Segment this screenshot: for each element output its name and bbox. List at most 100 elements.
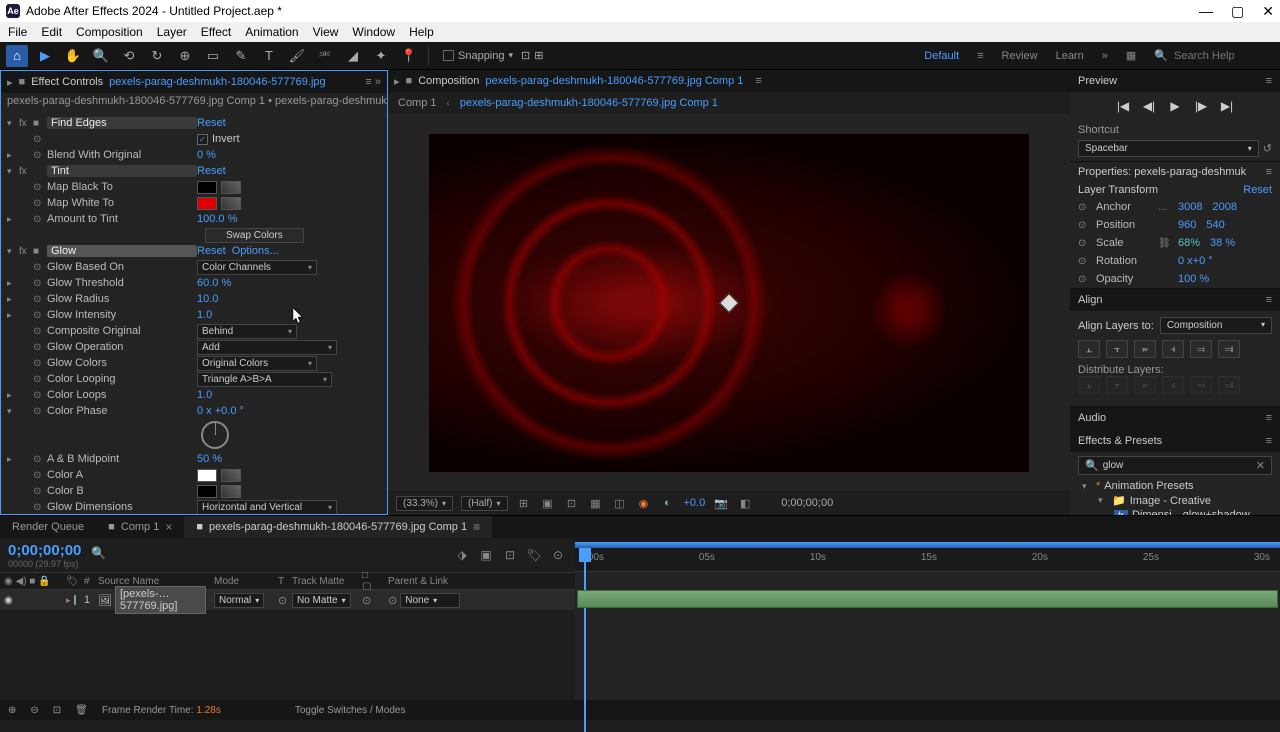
blend-value[interactable]: 0 % bbox=[197, 149, 216, 161]
color-loops[interactable]: 1.0 bbox=[197, 389, 212, 401]
preset-search[interactable]: 🔍 ✕ bbox=[1078, 456, 1272, 475]
reset-link[interactable]: Reset bbox=[197, 165, 226, 177]
matte-dropdown[interactable]: No Matte▾ bbox=[292, 593, 351, 608]
region-icon[interactable]: ⊡ bbox=[564, 495, 580, 511]
rect-tool[interactable]: ▭ bbox=[202, 45, 224, 67]
menu-layer[interactable]: Layer bbox=[157, 25, 187, 39]
play-button[interactable]: ▶ bbox=[1167, 98, 1183, 114]
zoom-dropdown[interactable]: (33.3%)▾ bbox=[396, 496, 453, 511]
glow-intensity[interactable]: 1.0 bbox=[197, 309, 212, 321]
shortcut-dropdown[interactable]: Spacebar▾ bbox=[1078, 140, 1259, 157]
align-hcenter[interactable]: ⫟ bbox=[1106, 340, 1128, 358]
parent-dropdown[interactable]: None▾ bbox=[400, 593, 460, 608]
brush-tool[interactable]: 🖌 bbox=[286, 45, 308, 67]
workspace-learn[interactable]: Learn bbox=[1056, 50, 1084, 62]
looping-dropdown[interactable]: Triangle A>B>A▾ bbox=[197, 372, 332, 387]
tl-icon[interactable]: ⊡ bbox=[53, 705, 61, 716]
exposure-value[interactable]: +0.0 bbox=[684, 497, 706, 509]
tl-icon[interactable]: ⊙ bbox=[549, 546, 567, 564]
swap-colors-button[interactable]: Swap Colors bbox=[205, 228, 304, 243]
menu-window[interactable]: Window bbox=[352, 25, 395, 39]
first-frame-button[interactable]: |◀ bbox=[1115, 98, 1131, 114]
eraser-tool[interactable]: ◢ bbox=[342, 45, 364, 67]
reset-transform[interactable]: Reset bbox=[1243, 184, 1272, 196]
color-icon[interactable]: ◉ bbox=[636, 495, 652, 511]
layer-row[interactable]: ◉ ▸ 1 🖼[pexels-…577769.jpg] Normal▾ ⊙ No… bbox=[0, 590, 575, 610]
clone-tool[interactable]: ⎃ bbox=[314, 45, 336, 67]
hand-tool[interactable]: ✋ bbox=[62, 45, 84, 67]
panel-menu-icon[interactable]: ≡ » bbox=[365, 76, 381, 88]
next-frame-button[interactable]: |▶ bbox=[1193, 98, 1209, 114]
menu-composition[interactable]: Composition bbox=[76, 25, 143, 39]
menu-file[interactable]: File bbox=[8, 25, 27, 39]
viewer[interactable] bbox=[388, 114, 1070, 491]
last-frame-button[interactable]: ▶| bbox=[1219, 98, 1235, 114]
3d-icon[interactable]: ◫ bbox=[612, 495, 628, 511]
options-link[interactable]: Options... bbox=[232, 245, 279, 257]
res-dropdown[interactable]: (Half)▾ bbox=[461, 496, 507, 511]
tl-icon[interactable]: 🗑 bbox=[75, 705, 88, 716]
color-swatch-red[interactable] bbox=[197, 197, 217, 210]
timeline-timecode[interactable]: 0;00;00;00 bbox=[8, 542, 81, 559]
eyedropper-icon[interactable] bbox=[221, 181, 241, 194]
adjust-icon[interactable]: ◐ bbox=[660, 495, 676, 511]
puppet-tool[interactable]: 📍 bbox=[398, 45, 420, 67]
search-help[interactable]: 🔍 bbox=[1154, 49, 1274, 62]
maximize-button[interactable]: ▢ bbox=[1231, 3, 1244, 20]
home-tool[interactable]: ⌂ bbox=[6, 45, 28, 67]
tint-amount[interactable]: 100.0 % bbox=[197, 213, 237, 225]
prev-frame-button[interactable]: ◀| bbox=[1141, 98, 1157, 114]
eyedropper-icon[interactable] bbox=[221, 469, 241, 482]
reset-icon[interactable]: ↺ bbox=[1263, 142, 1272, 155]
tl-icon[interactable]: ⬗ bbox=[453, 546, 471, 564]
timeline-search-icon[interactable]: 🔍 bbox=[91, 546, 111, 564]
tab-active-comp[interactable]: ■pexels-parag-deshmukh-180046-577769.jpg… bbox=[184, 516, 492, 538]
align-right[interactable]: ⫢ bbox=[1134, 340, 1156, 358]
menu-view[interactable]: View bbox=[313, 25, 339, 39]
color-phase[interactable]: 0 x +0.0 ° bbox=[197, 405, 244, 417]
viewer-timecode[interactable]: 0;00;00;00 bbox=[781, 497, 833, 509]
composition-tab[interactable]: ▸■ Composition pexels-parag-deshmukh-180… bbox=[388, 70, 1070, 92]
menu-help[interactable]: Help bbox=[409, 25, 434, 39]
pen-tool[interactable]: ✎ bbox=[230, 45, 252, 67]
effect-find-edges[interactable]: Find Edges bbox=[47, 117, 197, 129]
composite-dropdown[interactable]: Behind▾ bbox=[197, 324, 297, 339]
reset-link[interactable]: Reset bbox=[197, 245, 226, 257]
tl-icon[interactable]: 🏷 bbox=[525, 546, 543, 564]
effect-controls-tab[interactable]: ▸ ■ Effect Controls pexels-parag-deshmuk… bbox=[1, 71, 387, 93]
menu-edit[interactable]: Edit bbox=[41, 25, 62, 39]
tl-icon[interactable]: ⊖ bbox=[30, 705, 38, 716]
anchor-tool[interactable]: ⊕ bbox=[174, 45, 196, 67]
layer-bar[interactable] bbox=[577, 590, 1278, 608]
ab-midpoint[interactable]: 50 % bbox=[197, 453, 222, 465]
grid-icon[interactable]: ⊞ bbox=[516, 495, 532, 511]
align-left[interactable]: ⫠ bbox=[1078, 340, 1100, 358]
invert-checkbox[interactable]: ✓ bbox=[197, 134, 208, 145]
canvas[interactable] bbox=[429, 134, 1029, 472]
eyedropper-icon[interactable] bbox=[221, 485, 241, 498]
glow-colors-dropdown[interactable]: Original Colors▾ bbox=[197, 356, 317, 371]
snapping-checkbox[interactable] bbox=[443, 50, 454, 61]
reset-link[interactable]: Reset bbox=[197, 117, 226, 129]
draft-icon[interactable]: ◧ bbox=[737, 495, 753, 511]
crumb-comp1[interactable]: Comp 1 bbox=[398, 97, 437, 109]
camera-icon[interactable]: 📷 bbox=[713, 495, 729, 511]
anchor-point-icon[interactable] bbox=[719, 293, 739, 313]
align-top[interactable]: ⫣ bbox=[1162, 340, 1184, 358]
tl-icon[interactable]: ⊡ bbox=[501, 546, 519, 564]
roto-tool[interactable]: ✦ bbox=[370, 45, 392, 67]
operation-dropdown[interactable]: Add▾ bbox=[197, 340, 337, 355]
eyedropper-icon[interactable] bbox=[221, 197, 241, 210]
color-swatch-black[interactable] bbox=[197, 181, 217, 194]
transparency-icon[interactable]: ▦ bbox=[588, 495, 604, 511]
zoom-tool[interactable]: 🔍 bbox=[90, 45, 112, 67]
glow-radius[interactable]: 10.0 bbox=[197, 293, 218, 305]
clear-icon[interactable]: ✕ bbox=[1256, 459, 1265, 472]
color-b-swatch[interactable] bbox=[197, 485, 217, 498]
menu-effect[interactable]: Effect bbox=[201, 25, 231, 39]
menu-animation[interactable]: Animation bbox=[245, 25, 298, 39]
selection-tool[interactable]: ▶ bbox=[34, 45, 56, 67]
tl-icon[interactable]: ▣ bbox=[477, 546, 495, 564]
current-time-indicator[interactable] bbox=[579, 548, 591, 562]
tab-comp1[interactable]: ■Comp 1× bbox=[96, 516, 184, 538]
